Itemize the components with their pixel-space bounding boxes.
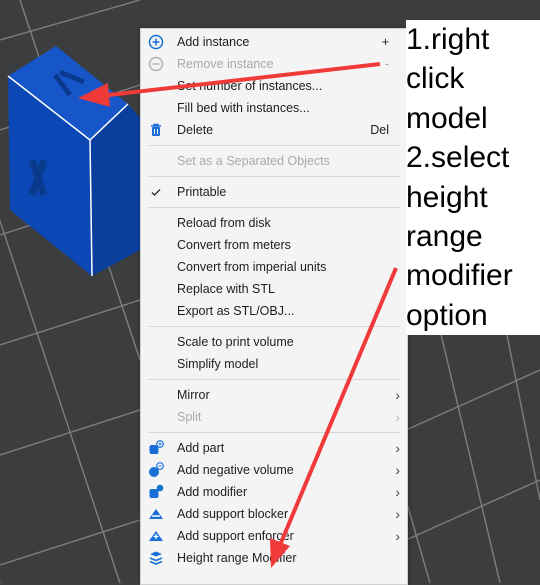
menu-item-scale-to-print-volume[interactable]: Scale to print volume: [141, 331, 407, 353]
minus-circle-icon: [148, 56, 164, 72]
menu-item-label: Set number of instances...: [177, 79, 323, 93]
plus-circle-icon: [148, 34, 164, 50]
menu-item-convert-from-imperial[interactable]: Convert from imperial units: [141, 256, 407, 278]
annotation-line: option: [406, 298, 488, 332]
chevron-right-icon: ›: [395, 506, 400, 522]
menu-item-remove-instance[interactable]: Remove instance -: [141, 53, 407, 75]
menu-divider: [148, 207, 400, 208]
annotation-line: 2.select: [406, 141, 510, 175]
menu-item-add-modifier[interactable]: Add modifier ›: [141, 481, 407, 503]
menu-item-add-negative-volume[interactable]: Add negative volume ›: [141, 459, 407, 481]
menu-item-label: Add modifier: [177, 485, 248, 499]
add-negative-volume-icon: [149, 462, 164, 477]
menu-item-reload-from-disk[interactable]: Reload from disk: [141, 212, 407, 234]
menu-item-delete[interactable]: Delete Del: [141, 119, 407, 141]
support-blocker-icon: [149, 509, 163, 519]
add-modifier-icon: [149, 484, 164, 498]
menu-divider: [148, 379, 400, 380]
menu-item-set-separated-objects[interactable]: Set as a Separated Objects: [141, 150, 407, 172]
menu-item-label: Reload from disk: [177, 216, 271, 230]
support-enforcer-icon: [149, 531, 163, 541]
menu-item-label: Add instance: [177, 35, 250, 49]
chevron-right-icon: ›: [395, 387, 400, 403]
chevron-right-icon: ›: [395, 528, 400, 544]
menu-item-export-stl-obj[interactable]: Export as STL/OBJ...: [141, 300, 407, 322]
menu-item-add-support-blocker[interactable]: Add support blocker ›: [141, 503, 407, 525]
trash-icon: [151, 123, 161, 136]
menu-item-split[interactable]: Split ›: [141, 406, 407, 428]
context-menu: Add instance + Remove instance - Set num…: [140, 28, 408, 585]
menu-shortcut: +: [381, 35, 389, 49]
annotation-line: range: [406, 220, 483, 254]
instruction-annotation: 1.right click model 2.select height rang…: [406, 20, 540, 336]
menu-item-label: Add negative volume: [177, 463, 294, 477]
menu-item-add-support-enforcer[interactable]: Add support enforcer ›: [141, 525, 407, 547]
menu-shortcut: -: [384, 57, 389, 71]
menu-item-printable[interactable]: Printable: [141, 181, 407, 203]
menu-item-label: Add part: [177, 441, 225, 455]
chevron-right-icon: ›: [395, 440, 400, 456]
menu-item-height-range-modifier[interactable]: Height range Modifier: [141, 547, 407, 569]
menu-item-set-number-of-instances[interactable]: Set number of instances...: [141, 75, 407, 97]
menu-item-mirror[interactable]: Mirror ›: [141, 384, 407, 406]
menu-item-label: Export as STL/OBJ...: [177, 304, 295, 318]
menu-item-simplify-model[interactable]: Simplify model: [141, 353, 407, 375]
menu-item-label: Convert from imperial units: [177, 260, 327, 274]
menu-divider: [148, 326, 400, 327]
menu-divider: [148, 176, 400, 177]
menu-item-add-instance[interactable]: Add instance +: [141, 31, 407, 53]
menu-item-label: Printable: [177, 185, 227, 199]
chevron-right-icon: ›: [395, 409, 400, 425]
menu-divider: [148, 432, 400, 433]
chevron-right-icon: ›: [395, 484, 400, 500]
add-part-icon: [149, 440, 164, 454]
menu-item-fill-bed[interactable]: Fill bed with instances...: [141, 97, 407, 119]
annotation-line: height: [406, 180, 488, 214]
menu-item-label: Replace with STL: [177, 282, 275, 296]
annotation-line: click: [406, 62, 465, 96]
menu-item-convert-from-meters[interactable]: Convert from meters: [141, 234, 407, 256]
menu-item-label: Convert from meters: [177, 238, 291, 252]
annotation-line: modifier: [406, 259, 513, 293]
chevron-right-icon: ›: [395, 462, 400, 478]
menu-item-label: Set as a Separated Objects: [177, 154, 330, 168]
height-range-icon: [149, 551, 163, 565]
menu-divider: [148, 145, 400, 146]
menu-item-label: Simplify model: [177, 357, 259, 371]
menu-item-label: Scale to print volume: [177, 335, 294, 349]
menu-item-label: Add support enforcer: [177, 529, 294, 543]
check-icon: [151, 189, 161, 196]
menu-item-label: Height range Modifier: [177, 551, 297, 565]
menu-item-label: Fill bed with instances...: [177, 101, 310, 115]
annotation-line: 1.right: [406, 23, 490, 56]
menu-item-replace-with-stl[interactable]: Replace with STL: [141, 278, 407, 300]
menu-item-label: Delete: [177, 123, 214, 137]
menu-shortcut: Del: [370, 123, 389, 137]
menu-item-label: Mirror: [177, 388, 210, 402]
menu-item-label: Split: [177, 410, 202, 424]
menu-item-label: Remove instance: [177, 57, 274, 71]
menu-item-add-part[interactable]: Add part ›: [141, 437, 407, 459]
annotation-line: model: [406, 101, 488, 135]
menu-item-label: Add support blocker: [177, 507, 289, 521]
